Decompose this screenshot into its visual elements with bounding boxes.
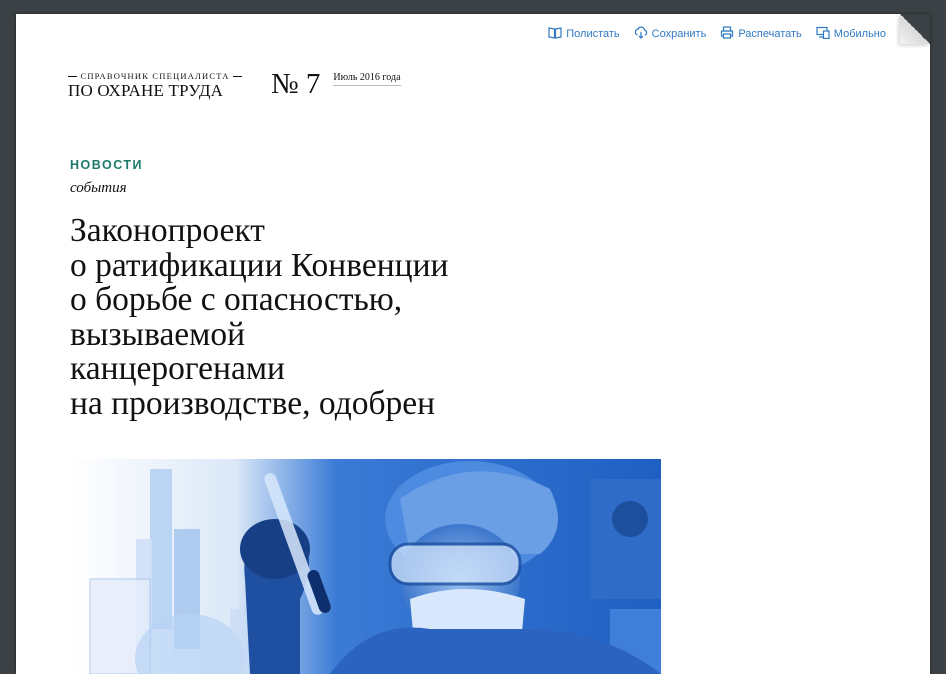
toolbar: Полистать Сохранить Распечатать Мобильно	[548, 26, 886, 42]
save-label: Сохранить	[651, 28, 707, 40]
mobile-button[interactable]: Мобильно	[816, 26, 886, 42]
logo-tagline-text: СПРАВОЧНИК СПЕЦИАЛИСТА	[80, 71, 230, 81]
section-label[interactable]: НОВОСТИ	[70, 158, 143, 172]
subsection-label: события	[70, 180, 127, 196]
lab-scientist-illustration	[70, 459, 661, 674]
mobile-label: Мобильно	[833, 28, 886, 40]
page-corner-fold	[900, 14, 930, 44]
article-headline: Законопроект о ратификации Конвенции о б…	[70, 212, 449, 422]
print-button[interactable]: Распечатать	[720, 26, 802, 42]
logo-tagline: СПРАВОЧНИК СПЕЦИАЛИСТА	[68, 71, 242, 81]
logo-dash-right	[232, 75, 242, 77]
printer-icon	[720, 26, 734, 42]
page-sheet: Полистать Сохранить Распечатать Мобильно…	[16, 14, 930, 674]
print-label: Распечатать	[738, 28, 802, 40]
logo-dash-left	[68, 75, 78, 77]
cloud-download-icon	[634, 26, 648, 42]
magazine-logo[interactable]: СПРАВОЧНИК СПЕЦИАЛИСТА ПО ОХРАНЕ ТРУДА	[68, 71, 242, 101]
article-photo	[70, 459, 661, 674]
devices-icon	[816, 26, 830, 42]
browse-label: Полистать	[566, 28, 620, 40]
issue-date-link[interactable]: Июль 2016 года	[333, 72, 401, 86]
logo-title: ПО ОХРАНЕ ТРУДА	[68, 81, 224, 100]
issue-number: № 7	[271, 68, 321, 100]
book-icon	[548, 26, 562, 42]
browse-button[interactable]: Полистать	[548, 26, 620, 42]
masthead: СПРАВОЧНИК СПЕЦИАЛИСТА ПО ОХРАНЕ ТРУДА №…	[68, 68, 401, 101]
save-button[interactable]: Сохранить	[634, 26, 707, 42]
